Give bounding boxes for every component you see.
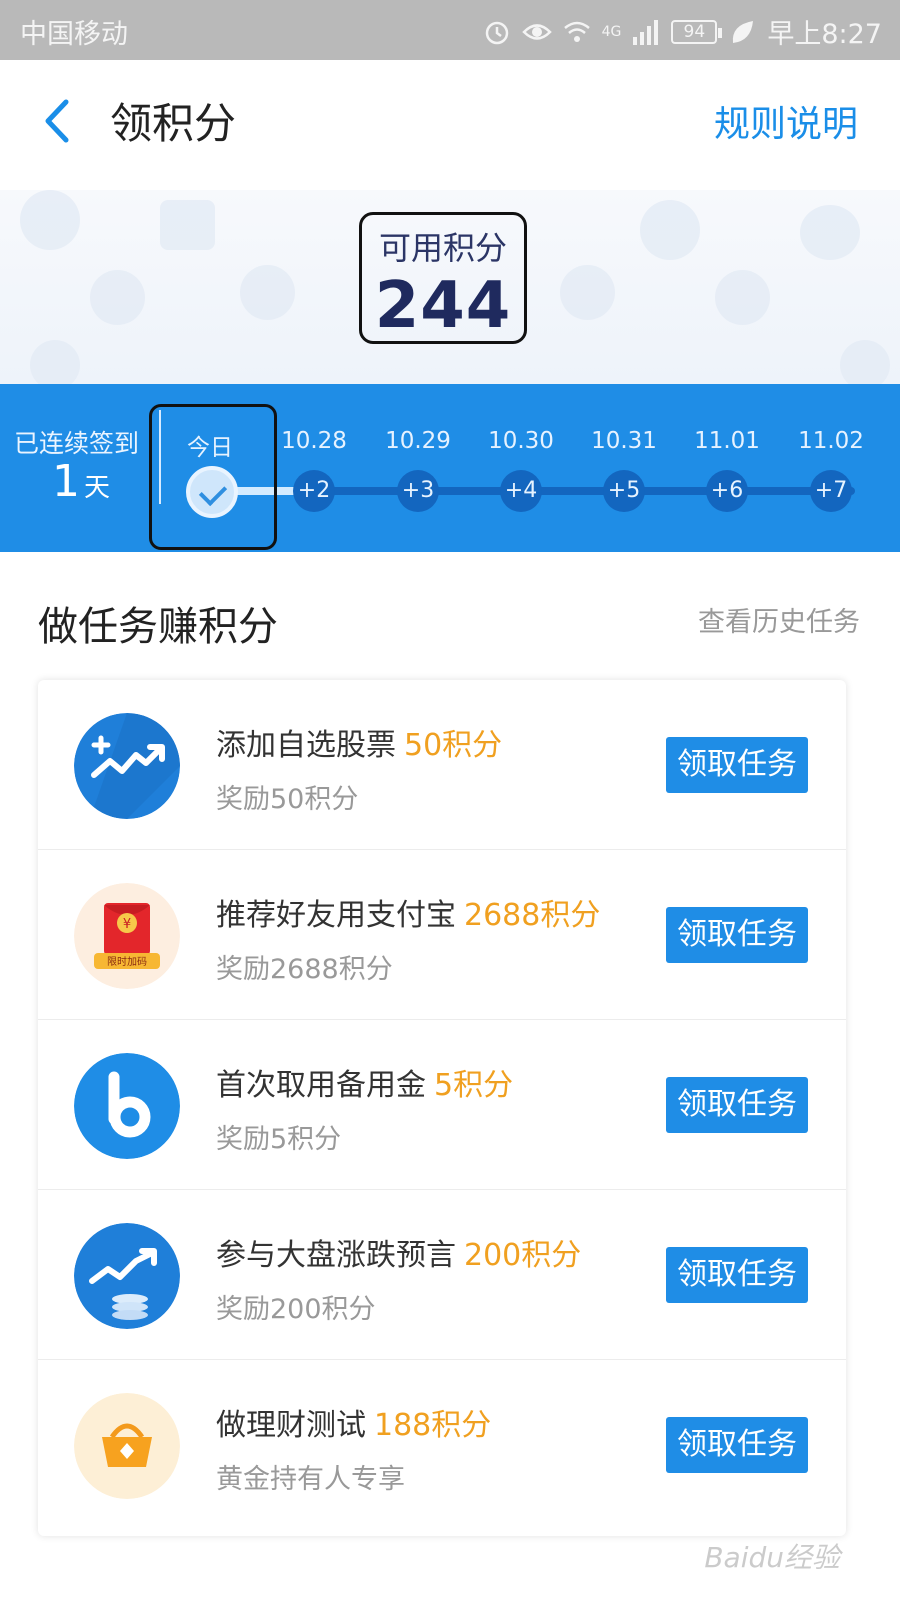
checkin-day: 11.02 +7 <box>781 384 881 552</box>
task-title: 首次取用备用金 5积分 <box>216 1060 513 1104</box>
checkin-day: 10.29 +3 <box>368 384 468 552</box>
day-date: 10.30 <box>488 428 554 454</box>
task-subtitle: 奖励50积分 <box>216 784 359 815</box>
background-decoration <box>240 265 295 320</box>
app-header: 领积分 规则说明 <box>0 60 900 190</box>
stock-chart-icon <box>74 713 180 819</box>
streak-days-number: 1 <box>52 456 80 507</box>
points-value: 244 <box>374 269 512 343</box>
task-points: 188积分 <box>374 1408 492 1443</box>
page-title: 领积分 <box>110 99 237 148</box>
background-decoration <box>840 340 890 384</box>
points-label: 可用积分 <box>378 229 507 267</box>
network-type: 4G <box>601 23 622 40</box>
day-date: 10.31 <box>591 428 657 454</box>
checkin-day: 10.28 +2 <box>264 384 364 552</box>
day-date: 11.01 <box>694 428 760 454</box>
task-row: 做理财测试 188积分 黄金持有人专享 领取任务 <box>38 1360 846 1530</box>
task-row: 首次取用备用金 5积分 奖励5积分 领取任务 <box>38 1020 846 1190</box>
task-row: 参与大盘涨跌预言 200积分 奖励200积分 领取任务 <box>38 1190 846 1360</box>
day-reward: +4 <box>500 470 542 512</box>
task-title-text: 推荐好友用支付宝 <box>216 898 456 933</box>
history-tasks-link[interactable]: 查看历史任务 <box>698 600 860 639</box>
task-row: ¥ 限时加码 推荐好友用支付宝 2688积分 奖励2688积分 领取任务 <box>38 850 846 1020</box>
battery-icon: 94 <box>671 19 723 44</box>
task-title-text: 参与大盘涨跌预言 <box>216 1238 456 1273</box>
checkin-day: 11.01 +6 <box>677 384 777 552</box>
task-subtitle: 奖励200积分 <box>216 1294 376 1325</box>
checkin-day: 10.31 +5 <box>574 384 674 552</box>
background-decoration <box>30 340 80 384</box>
chevron-left-icon <box>45 99 69 143</box>
task-title: 做理财测试 188积分 <box>216 1400 491 1444</box>
background-decoration <box>560 265 615 320</box>
background-decoration <box>20 190 80 250</box>
claim-task-button[interactable]: 领取任务 <box>666 1077 808 1133</box>
tasks-section-title: 做任务赚积分 <box>38 604 278 650</box>
claim-task-button[interactable]: 领取任务 <box>666 907 808 963</box>
task-points: 5积分 <box>434 1068 514 1103</box>
task-title: 添加自选股票 50积分 <box>216 720 502 764</box>
points-banner: 可用积分 244 <box>0 190 900 384</box>
letter-b-icon <box>74 1053 180 1159</box>
task-points: 50积分 <box>404 728 503 763</box>
red-envelope-icon: ¥ 限时加码 <box>74 883 180 989</box>
day-date: 10.29 <box>385 428 451 454</box>
checkin-day: 10.30 +4 <box>471 384 571 552</box>
task-subtitle: 奖励5积分 <box>216 1124 342 1155</box>
wifi-icon <box>563 21 590 42</box>
task-title: 参与大盘涨跌预言 200积分 <box>216 1230 581 1274</box>
alarm-icon <box>485 21 508 44</box>
rules-link[interactable]: 规则说明 <box>714 95 858 147</box>
day-reward: +5 <box>603 470 645 512</box>
task-title-text: 首次取用备用金 <box>216 1068 426 1103</box>
day-reward: +6 <box>706 470 748 512</box>
status-bar: 中国移动 4G 94 早上8:27 <box>0 0 900 60</box>
streak-count: 1天 <box>52 456 110 507</box>
gold-basket-icon <box>74 1393 180 1499</box>
background-decoration <box>160 200 215 250</box>
background-decoration <box>90 270 145 325</box>
task-points: 200积分 <box>464 1238 582 1273</box>
day-reward: +3 <box>397 470 439 512</box>
yuan-symbol: ¥ <box>123 917 131 932</box>
background-decoration <box>640 200 700 260</box>
status-icons: 4G 94 早上8:27 <box>482 12 882 51</box>
checkin-strip: 已连续签到 1天 今日 10.28 +2 10.29 +3 10.30 +4 1… <box>0 384 900 552</box>
task-row: 添加自选股票 50积分 奖励50积分 领取任务 <box>38 680 846 850</box>
task-points: 2688积分 <box>464 898 601 933</box>
watermark: Baidu经验 <box>704 1541 840 1574</box>
streak-label: 已连续签到 <box>14 429 140 458</box>
eye-icon <box>521 23 552 40</box>
available-points-box: 可用积分 244 <box>359 212 527 344</box>
clock: 早上8:27 <box>767 19 882 50</box>
carrier-name: 中国移动 <box>20 19 128 50</box>
task-subtitle: 奖励2688积分 <box>216 954 393 985</box>
claim-task-button[interactable]: 领取任务 <box>666 1417 808 1473</box>
red-envelope-caption: 限时加码 <box>107 956 147 968</box>
task-subtitle: 黄金持有人专享 <box>216 1464 405 1495</box>
task-title: 推荐好友用支付宝 2688积分 <box>216 890 600 934</box>
claim-task-button[interactable]: 领取任务 <box>666 1247 808 1303</box>
day-reward: +7 <box>810 470 852 512</box>
market-trend-icon <box>74 1223 180 1329</box>
today-highlight-box <box>149 404 277 550</box>
task-title-text: 做理财测试 <box>216 1408 366 1443</box>
day-date: 10.28 <box>281 428 347 454</box>
background-decoration <box>800 205 860 260</box>
back-button[interactable] <box>30 90 90 150</box>
claim-task-button[interactable]: 领取任务 <box>666 737 808 793</box>
task-title-text: 添加自选股票 <box>216 728 396 763</box>
streak-unit: 天 <box>84 473 111 503</box>
background-decoration <box>715 270 770 325</box>
task-list: 添加自选股票 50积分 奖励50积分 领取任务 ¥ 限时加码 推荐好友用支付宝 26… <box>38 680 846 1536</box>
signal-icon <box>633 19 659 45</box>
leaf-icon <box>733 20 754 43</box>
day-date: 11.02 <box>798 428 864 454</box>
day-reward: +2 <box>293 470 335 512</box>
